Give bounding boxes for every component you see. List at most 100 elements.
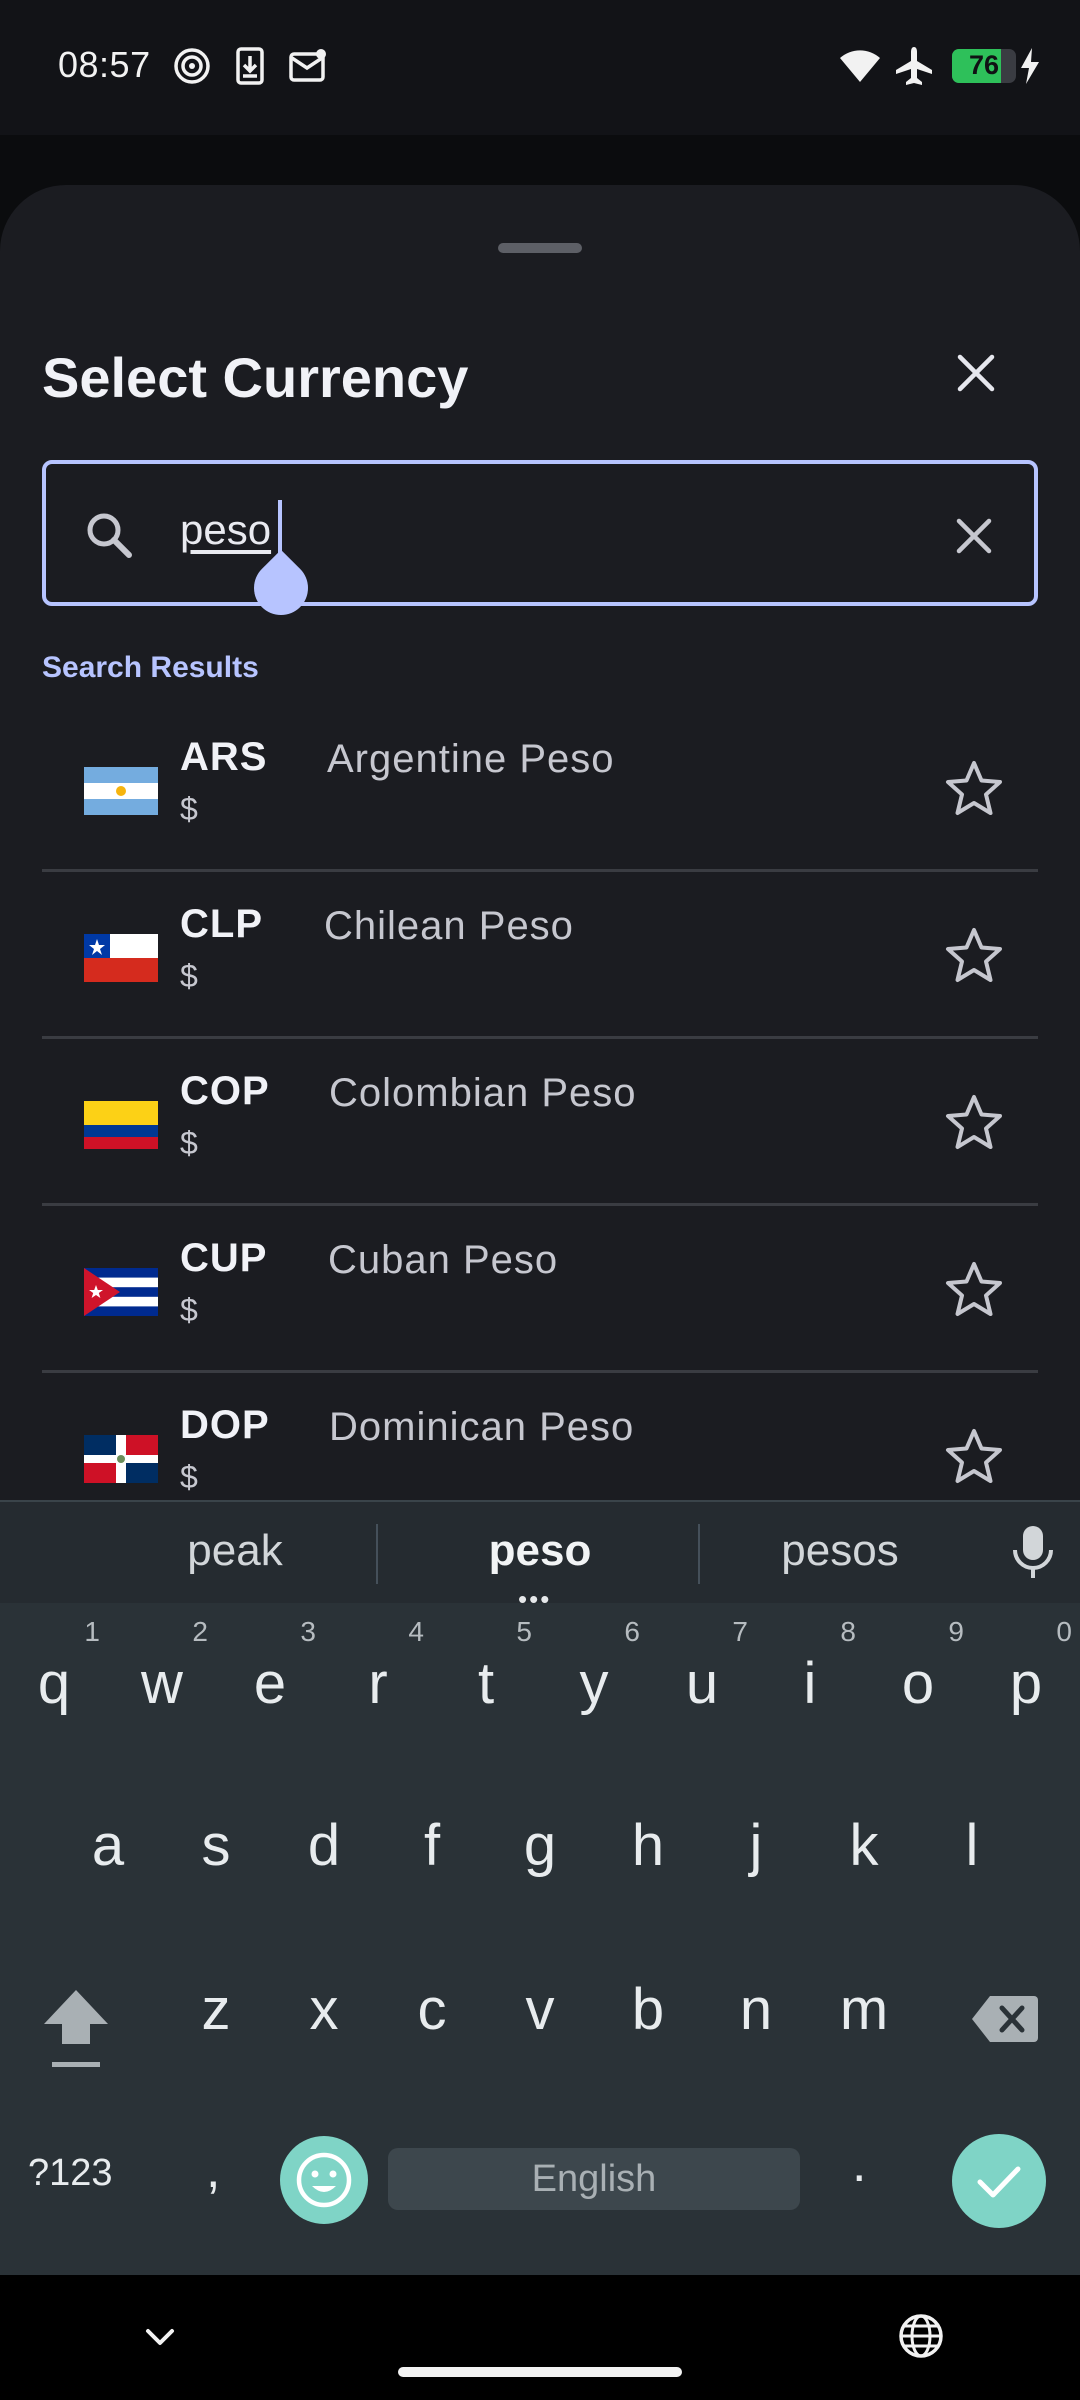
more-suggestions-dots: •••	[518, 1584, 552, 1614]
home-handle[interactable]	[398, 2367, 682, 2377]
key-q[interactable]: 1q	[4, 1616, 104, 1720]
globe-icon[interactable]	[896, 2311, 946, 2361]
clear-search-button[interactable]	[944, 506, 1004, 566]
clear-icon	[956, 518, 992, 554]
emoji-button[interactable]	[280, 2136, 368, 2224]
status-right-group: 76	[838, 44, 1042, 88]
keyboard: peak peso ••• pesos 1q 2w 3e 4r 5t 6y 7u…	[0, 1500, 1080, 2275]
key-b[interactable]: b	[598, 1946, 698, 2046]
key-y[interactable]: 6y	[544, 1616, 644, 1720]
key-a[interactable]: a	[58, 1782, 158, 1882]
key-x[interactable]: x	[274, 1946, 374, 2046]
suggestion-divider	[376, 1524, 378, 1584]
key-s[interactable]: s	[166, 1782, 266, 1882]
close-button[interactable]	[940, 337, 1012, 409]
key-w[interactable]: 2w	[112, 1616, 212, 1720]
key-z[interactable]: z	[166, 1946, 266, 2046]
currency-row-ars[interactable]: ARS Argentine Peso $	[42, 705, 1038, 872]
favorite-star-icon[interactable]	[942, 1091, 1006, 1155]
status-bar: 08:57 76	[0, 0, 1080, 135]
cuba-flag-icon	[84, 1268, 158, 1316]
currency-code: CUP	[180, 1236, 268, 1280]
search-icon	[87, 513, 132, 558]
suggestion-peso[interactable]: peso	[440, 1526, 640, 1576]
currency-symbol: $	[180, 958, 198, 994]
symbols-key[interactable]: ?123	[28, 2152, 113, 2195]
key-h[interactable]: h	[598, 1782, 698, 1882]
key-f[interactable]: f	[382, 1782, 482, 1882]
currency-code: DOP	[180, 1403, 270, 1447]
key-i[interactable]: 8i	[760, 1616, 860, 1720]
key-k[interactable]: k	[814, 1782, 914, 1882]
checkmark-icon	[977, 2166, 1021, 2198]
period-key[interactable]: .	[852, 2134, 866, 2194]
key-d[interactable]: d	[274, 1782, 374, 1882]
drag-handle[interactable]	[498, 243, 582, 253]
favorite-star-icon[interactable]	[942, 924, 1006, 988]
search-value[interactable]: peso	[180, 506, 271, 554]
key-t[interactable]: 5t	[436, 1616, 536, 1720]
results-list: ARS Argentine Peso $ CLP Chilean Peso $	[42, 705, 1038, 1510]
key-c[interactable]: c	[382, 1946, 482, 2046]
currency-name: Cuban Peso	[328, 1238, 559, 1282]
cursor-handle[interactable]	[242, 549, 320, 627]
currency-symbol: $	[180, 1459, 198, 1495]
currency-symbol: $	[180, 1125, 198, 1161]
currency-symbol: $	[180, 791, 198, 827]
download-icon	[236, 47, 264, 85]
key-v[interactable]: v	[490, 1946, 590, 2046]
wifi-icon	[840, 50, 880, 82]
hotspot-icon	[174, 48, 210, 84]
key-e[interactable]: 3e	[220, 1616, 320, 1720]
currency-row-dop[interactable]: DOP Dominican Peso $	[42, 1373, 1038, 1510]
emoji-icon	[296, 2152, 352, 2208]
key-m[interactable]: m	[814, 1946, 914, 2046]
currency-code: COP	[180, 1069, 270, 1113]
status-time: 08:57	[58, 44, 151, 85]
key-l[interactable]: l	[922, 1782, 1022, 1882]
backspace-key-icon[interactable]	[972, 1994, 1038, 2044]
key-u[interactable]: 7u	[652, 1616, 752, 1720]
battery-icon: 76	[952, 49, 1016, 83]
currency-code: CLP	[180, 902, 263, 946]
key-o[interactable]: 9o	[868, 1616, 968, 1720]
argentina-flag-icon	[84, 767, 158, 815]
close-icon	[957, 354, 995, 392]
comma-key[interactable]: ,	[206, 2140, 220, 2200]
currency-row-cop[interactable]: COP Colombian Peso $	[42, 1039, 1038, 1206]
key-n[interactable]: n	[706, 1946, 806, 2046]
chile-flag-icon	[84, 934, 158, 982]
currency-bottom-sheet: Select Currency peso Search Results ARS	[0, 185, 1080, 1510]
currency-code: ARS	[180, 735, 268, 779]
section-label: Search Results	[42, 651, 259, 684]
suggestion-pesos[interactable]: pesos	[740, 1526, 940, 1576]
search-input[interactable]: peso	[42, 460, 1038, 627]
currency-row-clp[interactable]: CLP Chilean Peso $	[42, 872, 1038, 1039]
currency-symbol: $	[180, 1292, 198, 1328]
airplane-icon	[896, 47, 932, 85]
currency-name: Colombian Peso	[329, 1071, 637, 1115]
key-g[interactable]: g	[490, 1782, 590, 1882]
favorite-star-icon[interactable]	[942, 1258, 1006, 1322]
enter-button[interactable]	[952, 2134, 1046, 2228]
mail-icon	[289, 49, 326, 82]
key-j[interactable]: j	[706, 1782, 806, 1882]
shift-key-icon[interactable]	[36, 1982, 116, 2072]
navigation-bar	[0, 2275, 1080, 2400]
currency-name: Chilean Peso	[324, 904, 574, 948]
suggestion-peak[interactable]: peak	[140, 1526, 330, 1576]
charging-bolt-icon	[1021, 48, 1039, 84]
favorite-star-icon[interactable]	[942, 757, 1006, 821]
dominican-republic-flag-icon	[84, 1435, 158, 1483]
chevron-down-icon[interactable]	[138, 2315, 182, 2359]
space-bar[interactable]: English	[388, 2148, 800, 2210]
sheet-title: Select Currency	[42, 346, 469, 409]
microphone-icon[interactable]	[1008, 1522, 1058, 1582]
favorite-star-icon[interactable]	[942, 1425, 1006, 1489]
suggestion-divider	[698, 1524, 700, 1584]
currency-row-cup[interactable]: CUP Cuban Peso $	[42, 1206, 1038, 1373]
colombia-flag-icon	[84, 1101, 158, 1149]
key-p[interactable]: 0p	[976, 1616, 1076, 1720]
currency-name: Argentine Peso	[327, 737, 615, 781]
key-r[interactable]: 4r	[328, 1616, 428, 1720]
